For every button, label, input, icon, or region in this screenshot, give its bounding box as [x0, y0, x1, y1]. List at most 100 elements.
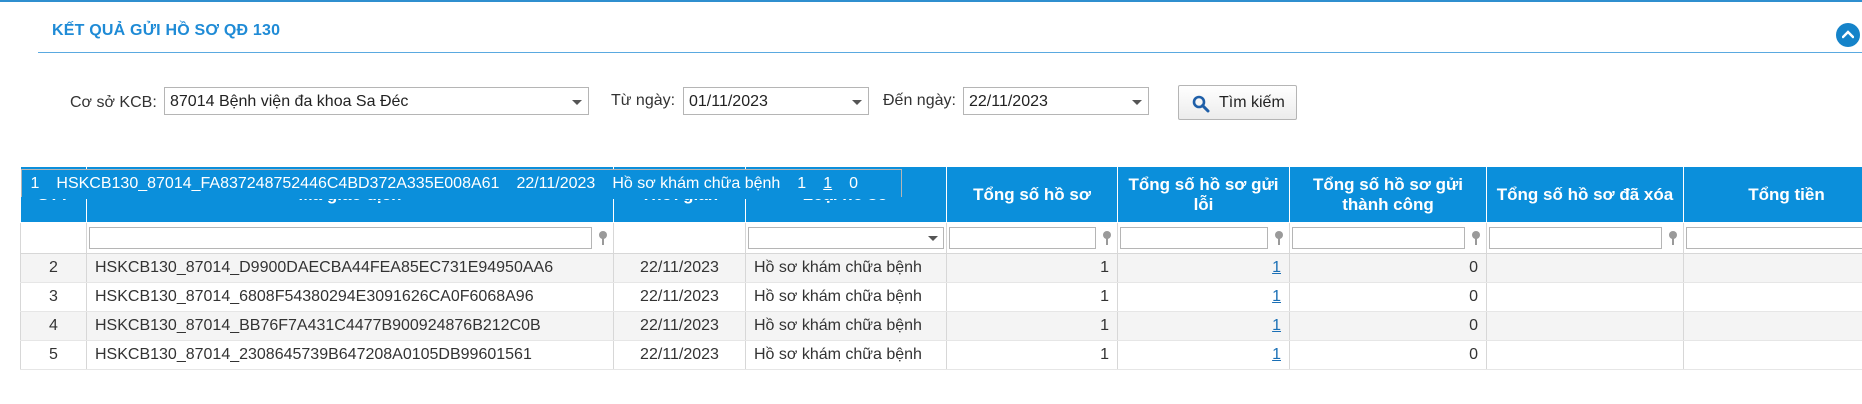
cell-transaction-code: HSKCB130_87014_FA837248752446C4BD372A335… — [47, 170, 509, 199]
filter-cell-total — [946, 222, 1118, 254]
collapse-button[interactable] — [1836, 23, 1860, 47]
cell-total: 1 — [946, 311, 1118, 341]
title-divider — [38, 52, 1862, 53]
error-count-link[interactable]: 1 — [1272, 259, 1281, 276]
col-header-error-count[interactable]: Tổng số hồ sơ gửi lỗi — [1117, 166, 1290, 223]
cell-time: 22/11/2023 — [613, 311, 746, 341]
search-button-label: Tìm kiếm — [1219, 94, 1285, 111]
cell-time: 22/11/2023 — [613, 340, 746, 370]
cell-time: 22/11/2023 — [507, 170, 605, 199]
cell-record-type: Hồ sơ khám chữa bệnh — [603, 170, 790, 199]
top-border — [0, 0, 1862, 2]
cell-transaction-code: HSKCB130_87014_D9900DAECBA44FEA85EC731E9… — [86, 254, 614, 283]
col-header-deleted-count[interactable]: Tổng số hồ sơ đã xóa — [1486, 166, 1684, 223]
filter-input-amount[interactable] — [1686, 227, 1862, 249]
to-date-value: 22/11/2023 — [969, 93, 1048, 110]
cell-record-type: Hồ sơ khám chữa bệnh — [745, 254, 947, 283]
cell-error-count: 1 — [1117, 340, 1290, 370]
cell-success-count: 0 — [1289, 282, 1487, 312]
cell-deleted-count — [1486, 282, 1684, 312]
cell-total: 1 — [946, 282, 1118, 312]
from-date-input[interactable]: 01/11/2023 — [683, 87, 869, 115]
cell-amount — [1683, 282, 1862, 312]
cell-success-count: 0 — [1289, 254, 1487, 283]
pin-icon[interactable] — [595, 230, 611, 246]
panel-title: KẾT QUẢ GỬI HỒ SƠ QĐ 130 — [52, 22, 281, 39]
pin-icon[interactable] — [1468, 230, 1484, 246]
filter-bar: Cơ sở KCB: 87014 Bệnh viện đa khoa Sa Đé… — [0, 84, 1862, 124]
chevron-down-icon — [572, 100, 582, 105]
cell-deleted-count — [1486, 254, 1684, 283]
cell-stt: 2 — [20, 254, 87, 283]
table-row[interactable]: 2 HSKCB130_87014_D9900DAECBA44FEA85EC731… — [20, 254, 1862, 283]
table-row[interactable]: 3 HSKCB130_87014_6808F54380294E3091626CA… — [20, 282, 1862, 312]
chevron-down-icon — [928, 236, 938, 241]
cell-record-type: Hồ sơ khám chữa bệnh — [745, 282, 947, 312]
filter-cell-amount — [1683, 222, 1862, 254]
filter-input-error-count[interactable] — [1120, 227, 1268, 249]
from-date-value: 01/11/2023 — [689, 93, 768, 110]
pin-icon[interactable] — [1665, 230, 1681, 246]
filter-select-record-type[interactable] — [748, 227, 944, 249]
cell-time: 22/11/2023 — [613, 282, 746, 312]
error-count-link[interactable]: 1 — [1272, 317, 1281, 334]
search-icon — [1192, 95, 1210, 113]
filter-input-success-count[interactable] — [1292, 227, 1465, 249]
search-button[interactable]: Tìm kiếm — [1178, 85, 1297, 120]
cell-transaction-code: HSKCB130_87014_6808F54380294E3091626CA0F… — [86, 282, 614, 312]
cell-stt: 1 — [21, 170, 49, 199]
cell-stt: 3 — [20, 282, 87, 312]
cell-error-count: 1 — [1117, 254, 1290, 283]
cell-error-count: 1 — [1117, 311, 1290, 341]
cell-error-count: 1 — [814, 170, 842, 199]
cell-total: 1 — [788, 170, 816, 199]
to-date-input[interactable]: 22/11/2023 — [963, 87, 1149, 115]
cell-amount — [883, 170, 901, 199]
pin-icon[interactable] — [1271, 230, 1287, 246]
cell-stt: 4 — [20, 311, 87, 341]
filter-input-total[interactable] — [949, 227, 1096, 249]
filter-cell-success-count — [1289, 222, 1487, 254]
cell-success-count: 0 — [1289, 340, 1487, 370]
cell-deleted-count — [866, 170, 884, 199]
cell-amount — [1683, 340, 1862, 370]
table-row[interactable]: 5 HSKCB130_87014_2308645739B647208A0105D… — [20, 340, 1862, 370]
facility-select[interactable]: 87014 Bệnh viện đa khoa Sa Đéc — [164, 87, 589, 115]
facility-label: Cơ sở KCB: — [70, 94, 157, 111]
cell-success-count: 0 — [840, 170, 867, 199]
cell-transaction-code: HSKCB130_87014_2308645739B647208A0105DB9… — [86, 340, 614, 370]
table-row[interactable]: 1 HSKCB130_87014_FA837248752446C4BD372A3… — [20, 169, 902, 199]
cell-deleted-count — [1486, 340, 1684, 370]
pin-icon[interactable] — [1099, 230, 1115, 246]
from-date-label: Từ ngày: — [611, 92, 676, 109]
cell-record-type: Hồ sơ khám chữa bệnh — [745, 340, 947, 370]
cell-transaction-code: HSKCB130_87014_BB76F7A431C4477B900924876… — [86, 311, 614, 341]
filter-cell-deleted-count — [1486, 222, 1684, 254]
chevron-up-icon — [1842, 30, 1854, 39]
error-count-link[interactable]: 1 — [1272, 346, 1281, 363]
results-table: STT Mã giao dịch Thời gian Loại hồ sơ Tổ… — [20, 166, 1862, 370]
error-count-link[interactable]: 1 — [823, 175, 832, 192]
cell-total: 1 — [946, 340, 1118, 370]
col-header-total[interactable]: Tổng số hồ sơ — [946, 166, 1118, 223]
filter-cell-stt — [20, 222, 87, 254]
col-header-success-count[interactable]: Tổng số hồ sơ gửi thành công — [1289, 166, 1487, 223]
cell-success-count: 0 — [1289, 311, 1487, 341]
cell-stt: 5 — [20, 340, 87, 370]
cell-error-count: 1 — [1117, 282, 1290, 312]
chevron-down-icon — [1132, 100, 1142, 105]
filter-cell-error-count — [1117, 222, 1290, 254]
col-header-amount[interactable]: Tổng tiền — [1683, 166, 1862, 223]
results-grid: STT Mã giao dịch Thời gian Loại hồ sơ Tổ… — [20, 166, 1862, 404]
filter-input-transaction-code[interactable] — [89, 227, 592, 249]
error-count-link[interactable]: 1 — [1272, 288, 1281, 305]
cell-amount — [1683, 254, 1862, 283]
filter-cell-time — [613, 222, 746, 254]
cell-time: 22/11/2023 — [613, 254, 746, 283]
filter-input-deleted-count[interactable] — [1489, 227, 1662, 249]
chevron-down-icon — [852, 100, 862, 105]
filter-cell-transaction-code — [86, 222, 614, 254]
cell-total: 1 — [946, 254, 1118, 283]
filter-cell-record-type — [745, 222, 947, 254]
table-row[interactable]: 4 HSKCB130_87014_BB76F7A431C4477B9009248… — [20, 311, 1862, 341]
